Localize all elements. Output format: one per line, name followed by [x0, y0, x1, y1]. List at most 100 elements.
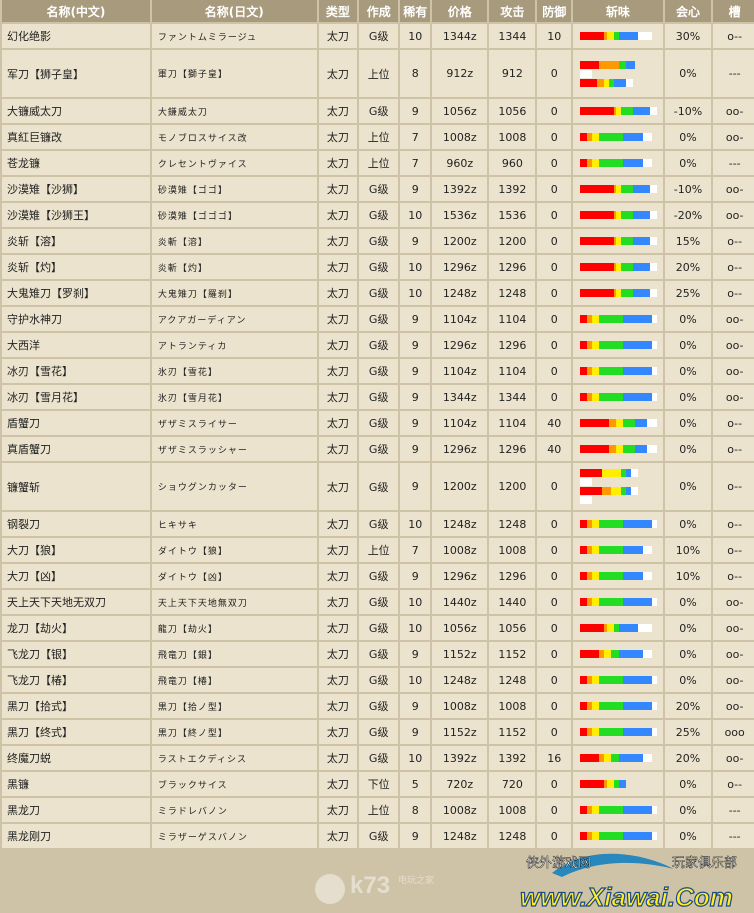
cell-jp: アトランティカ [151, 333, 317, 357]
sharpness-segment-orange [609, 419, 617, 427]
cell-craft: G级 [359, 564, 399, 588]
cell-cn: 钢裂刀 [2, 512, 150, 536]
table-row: 冰刃【雪花】 氷刃【雪花】 太刀 G级 9 1104z 1104 0 0% oo- [2, 359, 754, 383]
table-row: 军刀【狮子皇】 軍刀【獅子皇】 太刀 上位 8 912z 912 0 0% --- [2, 50, 754, 97]
sharpness-segment-green [599, 315, 624, 323]
sharpness-cell [573, 385, 663, 409]
sharpness-cell [573, 512, 663, 536]
cell-craft: G级 [359, 203, 399, 227]
cell-crit: 0% [664, 463, 712, 510]
sharpness-bar [580, 469, 640, 477]
cell-type: 太刀 [318, 694, 358, 718]
cell-defense: 0 [537, 616, 572, 640]
cell-defense: 0 [537, 590, 572, 614]
cell-type: 太刀 [318, 333, 358, 357]
cell-crit: 20% [664, 746, 712, 770]
cell-slots: o-- [713, 564, 754, 588]
cell-cn: 冰刃【雪月花】 [2, 385, 150, 409]
cell-defense: 16 [537, 746, 572, 770]
sharpness-bar [580, 624, 653, 632]
cell-defense: 40 [537, 437, 572, 461]
cell-cn: 苍龙镰 [2, 151, 150, 175]
sharpness-segment-red [580, 702, 588, 710]
cell-defense: 0 [537, 333, 572, 357]
table-row: 黑龙刀 ミラドレバノン 太刀 上位 8 1008z 1008 0 0% --- [2, 798, 754, 822]
sharpness-bar [580, 60, 640, 69]
sharpness-segment-red [580, 185, 614, 193]
cell-defense: 10 [537, 24, 572, 48]
cell-craft: G级 [359, 616, 399, 640]
cell-slots: o-- [713, 772, 754, 796]
sharpness-segment-green [621, 185, 634, 193]
cell-defense: 0 [537, 151, 572, 175]
cell-price: 912z [432, 50, 488, 97]
cell-price: 1056z [432, 99, 488, 123]
cell-cn: 炎斩【灼】 [2, 255, 150, 279]
cell-cn: 龙刀【劫火】 [2, 616, 150, 640]
table-row: 大刀【凶】 ダイトウ【凶】 太刀 G级 9 1296z 1296 0 10% o-- [2, 564, 754, 588]
cell-rarity: 9 [400, 411, 431, 435]
sharpness-segment-white [642, 572, 653, 580]
cell-cn: 黑刀【终式】 [2, 720, 150, 744]
cell-jp: 龍刀【劫火】 [151, 616, 317, 640]
cell-rarity: 10 [400, 203, 431, 227]
cell-price: 1440z [432, 590, 488, 614]
sharpness-segment-blue [623, 546, 643, 554]
sharpness-segment-yellow [611, 487, 622, 495]
sharpness-segment-red [580, 107, 614, 115]
cell-craft: G级 [359, 512, 399, 536]
cell-attack: 1440 [489, 590, 536, 614]
table-row: 终魔刀蜕 ラストエクディシス 太刀 G级 10 1392z 1392 16 20% oo- [2, 746, 754, 770]
cell-craft: G级 [359, 24, 399, 48]
cell-slots: oo- [713, 668, 754, 692]
cell-slots: oo- [713, 125, 754, 149]
cell-price: 1536z [432, 203, 488, 227]
cell-slots: o-- [713, 512, 754, 536]
sharpness-segment-blue [618, 650, 643, 658]
sharpness-segment-green [599, 598, 624, 606]
sharpness-segment-green [599, 572, 624, 580]
cell-price: 720z [432, 772, 488, 796]
sharpness-segment-red [580, 832, 588, 840]
cell-cn: 盾蟹刀 [2, 411, 150, 435]
cell-slots: o-- [713, 538, 754, 562]
sharpness-cell [573, 333, 663, 357]
cell-jp: ファントムミラージュ [151, 24, 317, 48]
sharpness-segment-white [652, 832, 657, 840]
sharpness-segment-yellow [616, 445, 624, 453]
cell-rarity: 10 [400, 590, 431, 614]
cell-craft: G级 [359, 694, 399, 718]
cell-cn: 大鬼雉刀【罗刹】 [2, 281, 150, 305]
cell-cn: 终魔刀蜕 [2, 746, 150, 770]
cell-type: 太刀 [318, 564, 358, 588]
sharpness-segment-green [611, 650, 619, 658]
cell-type: 太刀 [318, 99, 358, 123]
cell-jp: 飛竜刀【銀】 [151, 642, 317, 666]
cell-defense: 0 [537, 512, 572, 536]
sharpness-cell [573, 359, 663, 383]
sharpness-segment-red [580, 367, 588, 375]
cell-slots: oo- [713, 746, 754, 770]
sharpness-segment-white [652, 728, 657, 736]
cell-defense: 0 [537, 720, 572, 744]
sharpness-segment-red [580, 237, 614, 245]
cell-cn: 真盾蟹刀 [2, 437, 150, 461]
sharpness-segment-yellow [592, 702, 600, 710]
sharpness-segment-yellow [616, 419, 624, 427]
header-attack: 攻击 [489, 0, 536, 22]
sharpness-segment-yellow [606, 624, 614, 632]
cell-price: 1200z [432, 463, 488, 510]
cell-rarity: 8 [400, 50, 431, 97]
cell-slots: oo- [713, 359, 754, 383]
cell-price: 1008z [432, 798, 488, 822]
cell-crit: 25% [664, 281, 712, 305]
cell-jp: ミラザーゲスバノン [151, 824, 317, 848]
table-row: 飞龙刀【椿】 飛竜刀【椿】 太刀 G级 10 1248z 1248 0 0% oo- [2, 668, 754, 692]
sharpness-segment-yellow [592, 546, 600, 554]
cell-defense: 0 [537, 668, 572, 692]
table-row: 真盾蟹刀 ザザミスラッシャー 太刀 G级 9 1296z 1296 40 0% o-- [2, 437, 754, 461]
sharpness-bar [580, 393, 657, 401]
cell-attack: 1296 [489, 255, 536, 279]
sharpness-segment-red [580, 546, 588, 554]
sharpness-bar [580, 159, 653, 167]
